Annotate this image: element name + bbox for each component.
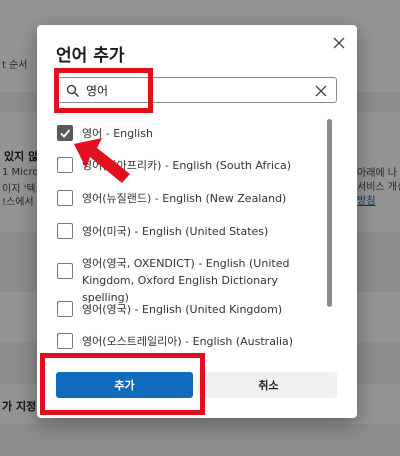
language-option[interactable]: 영어(오스트레일리아) - English (Australia) xyxy=(57,333,319,350)
red-arrow-icon xyxy=(74,138,130,183)
close-button[interactable] xyxy=(329,33,349,53)
language-option[interactable]: 영어(미국) - English (United States) xyxy=(57,223,319,240)
search-highlight-box xyxy=(54,68,153,113)
language-option[interactable]: 영어(뉴질랜드) - English (New Zealand) xyxy=(57,190,319,207)
language-label: 영어(뉴질랜드) - English (New Zealand) xyxy=(82,192,287,205)
checkbox-checked[interactable] xyxy=(57,125,73,141)
language-option[interactable]: 영어(영국) - English (United Kingdom) xyxy=(57,301,319,318)
language-option[interactable]: 영어(영국, OXENDICT) - English (United Kingd… xyxy=(57,255,319,306)
language-label: 영어(미국) - English (United States) xyxy=(82,225,269,238)
language-label: 영어(오스트레일리아) - English (Australia) xyxy=(82,335,294,348)
add-button-highlight-box xyxy=(40,353,205,415)
checkmark-icon xyxy=(60,129,71,138)
checkbox[interactable] xyxy=(57,223,73,239)
checkbox[interactable] xyxy=(57,157,73,173)
scrollbar[interactable] xyxy=(327,119,332,307)
checkbox[interactable] xyxy=(57,190,73,206)
language-label: 영어(영국) - English (United Kingdom) xyxy=(82,303,283,316)
clear-search-button[interactable] xyxy=(314,83,328,97)
cancel-button[interactable]: 취소 xyxy=(200,372,337,398)
close-icon xyxy=(315,85,327,97)
checkbox[interactable] xyxy=(57,333,73,349)
checkbox[interactable] xyxy=(57,301,73,317)
checkbox[interactable] xyxy=(57,263,73,279)
language-label: 영어(영국, OXENDICT) - English (United Kingd… xyxy=(82,257,290,304)
dialog-title: 언어 추가 xyxy=(56,46,125,66)
close-icon xyxy=(333,37,345,49)
